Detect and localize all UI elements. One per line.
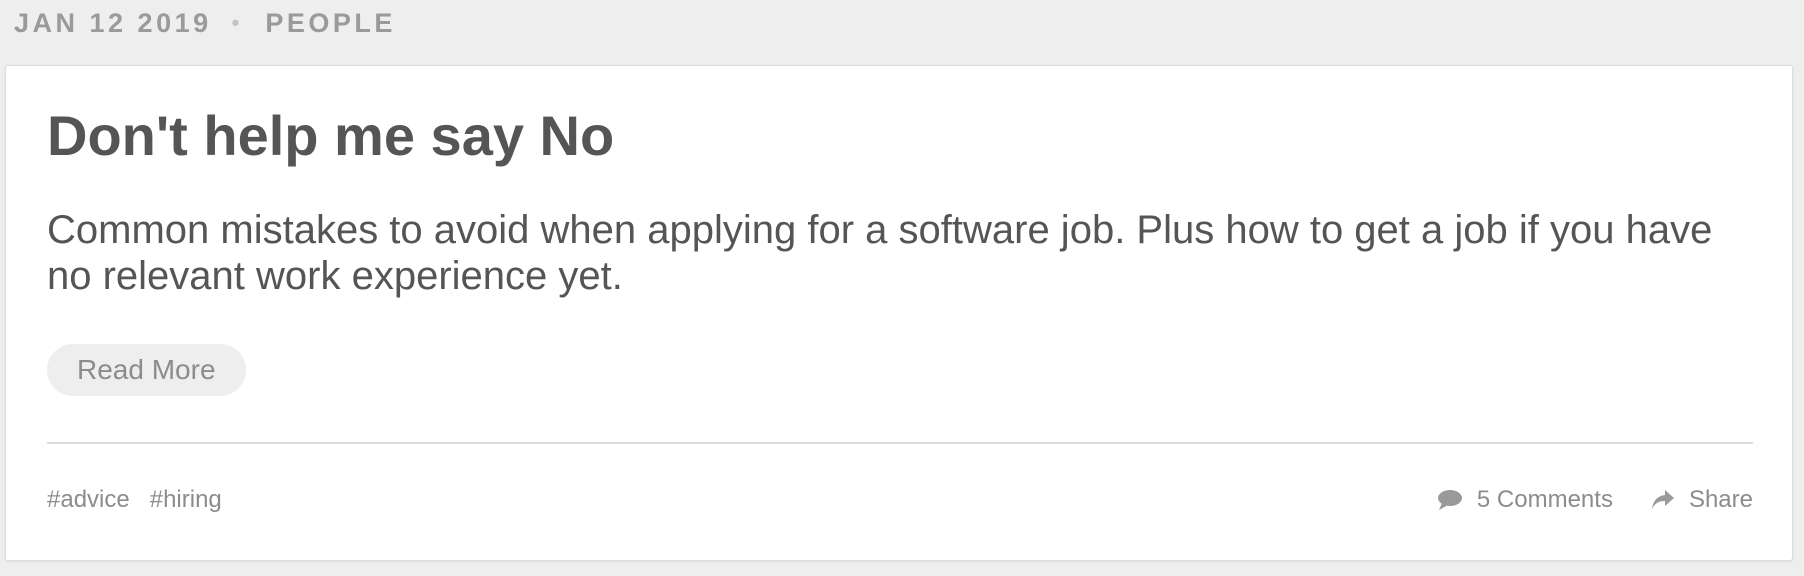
share-link[interactable]: Share [1651,486,1753,514]
share-arrow-icon [1651,489,1675,511]
post-category-link[interactable]: PEOPLE [265,8,396,39]
read-more-button[interactable]: Read More [47,344,246,396]
tag-hiring[interactable]: #hiring [150,486,222,514]
post-meta: JAN 12 2019 • PEOPLE [14,7,396,39]
comments-link[interactable]: 5 Comments [1437,486,1613,514]
tag-list: #advice #hiring [47,486,222,514]
post-title[interactable]: Don't help me say No [47,104,614,168]
post-card: Don't help me say No Common mistakes to … [5,65,1793,561]
post-footer: #advice #hiring 5 Comments Share [47,480,1753,520]
post-date: JAN 12 2019 [14,7,212,38]
post-summary: Common mistakes to avoid when applying f… [47,208,1713,298]
comments-label: 5 Comments [1476,486,1613,513]
tag-advice[interactable]: #advice [47,486,130,514]
card-divider [47,442,1753,444]
comment-bubble-icon [1437,489,1463,511]
share-label: Share [1688,486,1753,513]
meta-separator: • [231,10,240,35]
post-actions: 5 Comments Share [1437,486,1753,514]
